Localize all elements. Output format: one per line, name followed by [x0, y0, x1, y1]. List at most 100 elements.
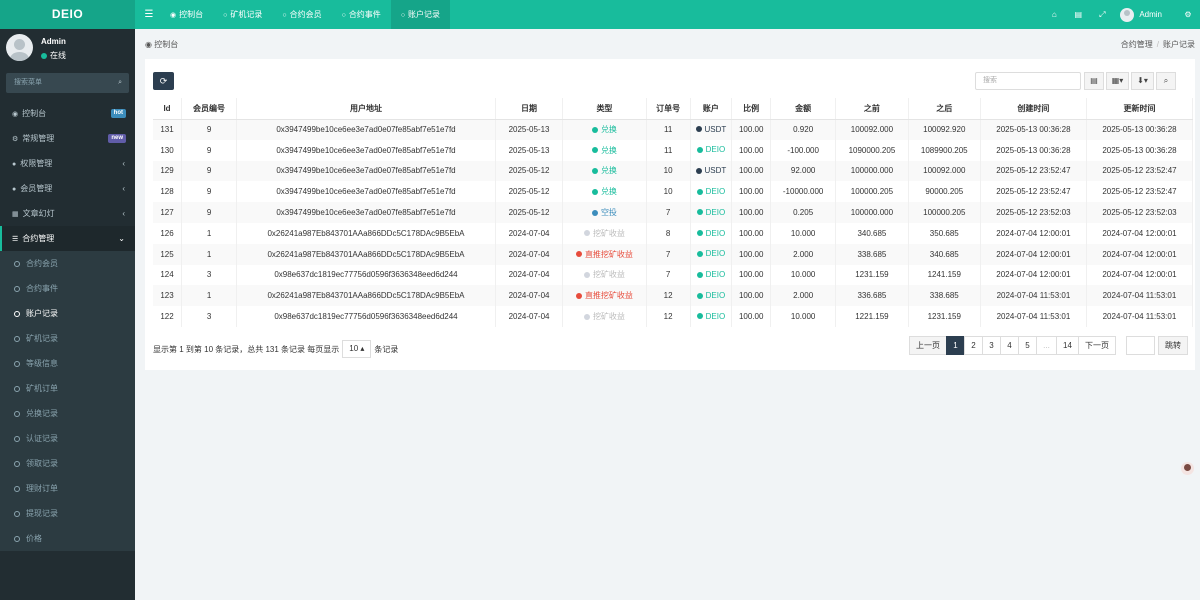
cell-type: 兑换: [562, 139, 647, 161]
page-1-button[interactable]: 1: [946, 336, 965, 355]
tab-contract-events[interactable]: ○ 合约事件: [332, 0, 391, 29]
support-avatar[interactable]: [1181, 462, 1194, 475]
cell-member: 9: [181, 202, 238, 223]
table-row[interactable]: 130 9 0x3947499be10ce6ee3e7ad0e07fe85abf7e…: [153, 139, 1194, 161]
column-header[interactable]: 账户: [690, 98, 733, 120]
column-header[interactable]: 类型: [562, 98, 647, 120]
cell-created: 2024-07-04 12:00:01: [980, 243, 1087, 265]
table-row[interactable]: 123 1 0x26241a987Eb843701AAa866DDc5C178DAc…: [153, 285, 1194, 307]
toggle-view-button[interactable]: ▤: [1084, 72, 1104, 90]
table-row[interactable]: 129 9 0x3947499be10ce6ee3e7ad0e07fe85abf7e…: [153, 160, 1194, 182]
table-body: 131 9 0x3947499be10ce6ee3e7ad0e07fe85abf7e…: [153, 119, 1194, 327]
search-icon[interactable]: ⌕: [118, 73, 122, 93]
user-menu[interactable]: Admin: [1114, 0, 1176, 29]
page-size-select[interactable]: 10 ▴: [342, 340, 372, 358]
submenu-item[interactable]: 认证记录: [0, 426, 135, 451]
submenu-item[interactable]: 合约事件: [0, 276, 135, 301]
circle-icon: ○: [282, 12, 287, 19]
submenu-item[interactable]: 等级信息: [0, 351, 135, 376]
submenu-item[interactable]: 理财订单: [0, 476, 135, 501]
column-header[interactable]: 金额: [770, 98, 837, 120]
clear-cache-icon[interactable]: ▤: [1066, 0, 1090, 29]
table-row[interactable]: 124 3 0x98e637dc1819ec77756d0596f3636348ee…: [153, 264, 1194, 286]
submenu-item[interactable]: 提现记录: [0, 501, 135, 526]
column-header[interactable]: 用户地址: [236, 98, 496, 120]
column-header[interactable]: 订单号: [646, 98, 691, 120]
tab-label: 矿机记录: [230, 10, 263, 19]
sidebar-item-members[interactable]: ● 会员管理 ‹: [0, 176, 135, 201]
menu-search-input[interactable]: 搜索菜单 ⌕: [6, 73, 129, 93]
page-14-button[interactable]: 14: [1056, 336, 1079, 355]
column-header[interactable]: 之后: [908, 98, 981, 120]
submenu-item[interactable]: 兑换记录: [0, 401, 135, 426]
submenu-item[interactable]: 合约会员: [0, 251, 135, 276]
circle-icon: ○: [223, 12, 228, 19]
cell-amount: 10.000: [770, 306, 837, 327]
table-row[interactable]: 131 9 0x3947499be10ce6ee3e7ad0e07fe85abf7e…: [153, 119, 1194, 140]
sidebar-item-contracts[interactable]: ☰ 合约管理 ⌄: [0, 226, 135, 251]
sidebar-item-general[interactable]: ⚙ 常规管理 new: [0, 126, 135, 151]
sidebar-item-articles[interactable]: ▦ 文章幻灯 ‹: [0, 201, 135, 226]
columns-button[interactable]: ▦▾: [1106, 72, 1129, 90]
cell-updated: 2024-07-04 11:53:01: [1086, 285, 1194, 307]
page-3-button[interactable]: 3: [982, 336, 1001, 355]
submenu-label: 理财订单: [26, 484, 58, 493]
jump-page-input[interactable]: [1126, 336, 1155, 355]
table-row[interactable]: 125 1 0x26241a987Eb843701AAa866DDc5C178DAc…: [153, 243, 1194, 265]
cell-id: 126: [153, 222, 183, 244]
refresh-button[interactable]: ⟳: [153, 72, 174, 90]
status-dot-icon: [696, 146, 703, 153]
gear-icon[interactable]: ⚙: [1176, 0, 1200, 29]
next-page-button[interactable]: 下一页: [1078, 336, 1116, 355]
cell-order: 11: [646, 119, 691, 140]
table-search-input[interactable]: 搜索: [975, 72, 1081, 90]
cell-date: 2024-07-04: [495, 306, 564, 327]
cell-order: 8: [646, 222, 691, 244]
column-header[interactable]: 日期: [495, 98, 564, 120]
cell-type: 兑换: [562, 181, 647, 203]
advanced-search-button[interactable]: ⌕: [1156, 72, 1176, 90]
submenu-item-active[interactable]: 账户记录: [0, 301, 135, 326]
tab-account-records[interactable]: ○ 账户记录: [390, 0, 451, 29]
breadcrumb-item[interactable]: 合约管理: [1121, 40, 1153, 49]
home-icon[interactable]: ⌂: [1042, 0, 1066, 29]
prev-page-button[interactable]: 上一页: [909, 336, 947, 355]
column-header[interactable]: 更新时间: [1086, 98, 1194, 120]
table-row[interactable]: 128 9 0x3947499be10ce6ee3e7ad0e07fe85abf7e…: [153, 181, 1194, 203]
submenu-item[interactable]: 矿机订单: [0, 376, 135, 401]
submenu-label: 价格: [26, 534, 42, 543]
submenu-item[interactable]: 矿机记录: [0, 326, 135, 351]
cell-date: 2024-07-04: [495, 222, 564, 244]
table-row[interactable]: 122 3 0x98e637dc1819ec77756d0596f3636348ee…: [153, 306, 1194, 327]
breadcrumb: 合约管理 / 账户记录: [1121, 39, 1195, 50]
cell-ratio: 100.00: [731, 202, 772, 223]
app-logo[interactable]: DEIO: [0, 0, 135, 29]
page-4-button[interactable]: 4: [1000, 336, 1019, 355]
column-header[interactable]: 比例: [731, 98, 772, 120]
submenu-item[interactable]: 领取记录: [0, 451, 135, 476]
menu-toggle-icon[interactable]: ☰: [140, 0, 158, 29]
cell-after: 1089900.205: [908, 139, 981, 161]
status-dot-icon: [583, 271, 590, 278]
column-header[interactable]: Id: [153, 98, 183, 120]
column-header[interactable]: 之前: [835, 98, 909, 120]
tab-dashboard[interactable]: ◉ 控制台: [160, 0, 213, 29]
sidebar-item-permissions[interactable]: ● 权限管理 ‹: [0, 151, 135, 176]
table-row[interactable]: 126 1 0x26241a987Eb843701AAa866DDc5C178DAc…: [153, 222, 1194, 244]
tab-miner-records[interactable]: ○ 矿机记录: [213, 0, 272, 29]
column-header[interactable]: 创建时间: [980, 98, 1087, 120]
page-2-button[interactable]: 2: [964, 336, 983, 355]
jump-button[interactable]: 跳转: [1158, 336, 1188, 355]
column-header[interactable]: 会员编号: [181, 98, 238, 120]
cell-before: 100000.205: [835, 181, 909, 203]
submenu-item[interactable]: 价格: [0, 526, 135, 551]
cell-before: 1221.159: [835, 306, 909, 327]
tab-contract-members[interactable]: ○ 合约会员: [272, 0, 331, 29]
export-button[interactable]: ⬇▾: [1131, 72, 1154, 90]
sidebar-item-dashboard[interactable]: ◉ 控制台 hot: [0, 101, 135, 126]
fullscreen-icon[interactable]: ⤢: [1090, 0, 1114, 29]
page-5-button[interactable]: 5: [1018, 336, 1037, 355]
page-ellipsis: ...: [1036, 336, 1057, 355]
cell-created: 2025-05-12 23:52:03: [980, 202, 1087, 223]
table-row[interactable]: 127 9 0x3947499be10ce6ee3e7ad0e07fe85abf7e…: [153, 202, 1194, 223]
